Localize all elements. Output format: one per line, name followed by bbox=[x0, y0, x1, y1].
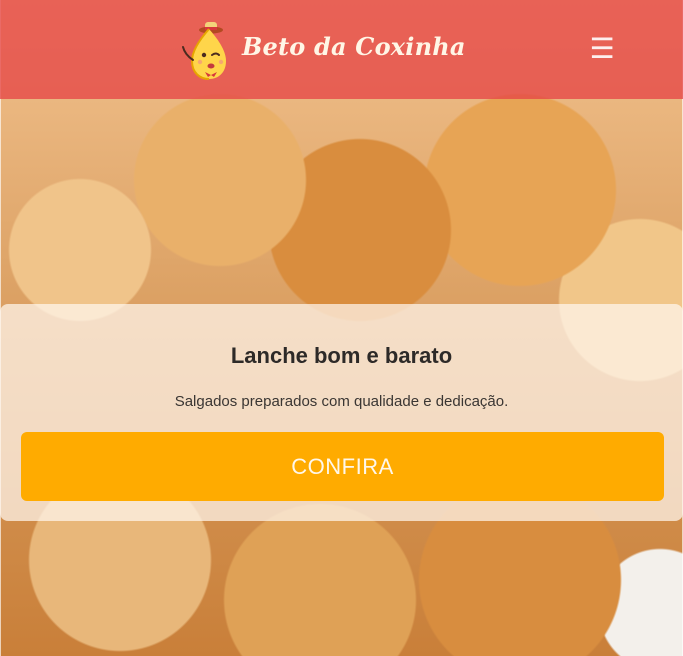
coxinha-logo-icon[interactable] bbox=[178, 18, 240, 82]
hamburger-menu-icon[interactable]: ☰ bbox=[586, 33, 618, 65]
hero-headline: Lanche bom e barato bbox=[230, 343, 453, 368]
site-header: Beto da Coxinha ☰ bbox=[0, 0, 683, 99]
hero-subtext: Salgados preparados com qualidade e dedi… bbox=[174, 393, 509, 410]
confira-button[interactable]: CONFIRA bbox=[21, 432, 664, 501]
site-title[interactable]: Beto da Coxinha bbox=[242, 32, 466, 61]
logo-illustration bbox=[182, 22, 226, 80]
